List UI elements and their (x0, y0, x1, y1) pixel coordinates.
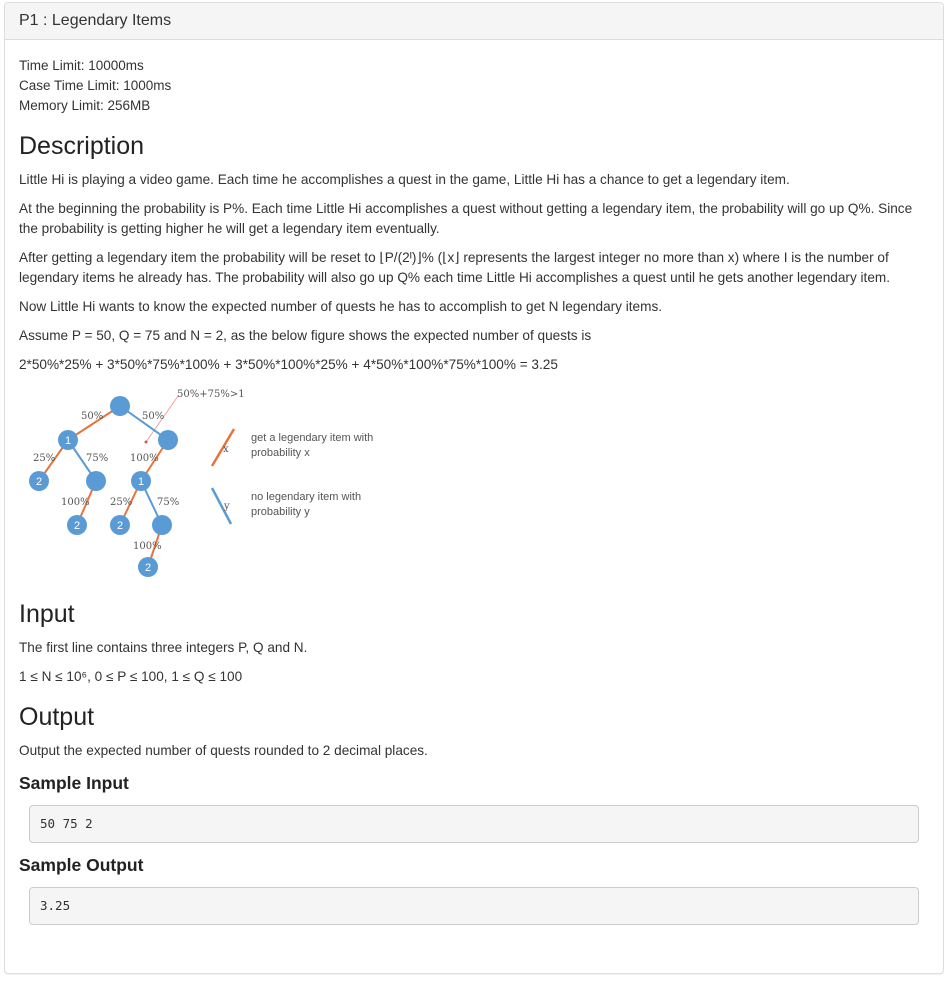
node-label: 1 (65, 435, 71, 447)
tree-node (86, 471, 106, 491)
edge-label: 75% (86, 453, 108, 464)
legend-blue-var: y (223, 501, 230, 512)
legend-blue-line2: probability y (251, 506, 310, 518)
description-p1: Little Hi is playing a video game. Each … (19, 172, 790, 187)
legend-orange-line2: probability x (251, 447, 310, 459)
node-label: 2 (74, 520, 80, 532)
edge-label: 100% (61, 497, 90, 508)
problem-title: P1 : Legendary Items (5, 3, 943, 40)
problem-body: Time Limit: 10000ms Case Time Limit: 100… (5, 40, 943, 925)
description-p2: At the beginning the probability is P%. … (19, 201, 913, 236)
input-heading: Input (19, 600, 75, 628)
node-label: 2 (145, 562, 151, 574)
edge-label: 75% (157, 497, 179, 508)
legend-blue-line1: no legendary item with (251, 491, 361, 503)
node-label: 2 (36, 476, 42, 488)
output-p1: Output the expected number of quests rou… (19, 743, 428, 758)
input-p2: 1 ≤ N ≤ 10⁶, 0 ≤ P ≤ 100, 1 ≤ Q ≤ 100 (19, 669, 243, 684)
legend-orange-var: x (223, 444, 229, 455)
node-label: 2 (117, 520, 123, 532)
memory-limit: Memory Limit: 256MB (19, 98, 151, 113)
output-heading: Output (19, 703, 95, 731)
probability-tree-svg: 1 2 1 2 2 2 50% 50% 25% 75% 100% 100% 25… (29, 389, 373, 577)
sample-output-heading: Sample Output (19, 855, 144, 875)
edge-label: 50% (81, 411, 103, 422)
time-limit: Time Limit: 10000ms (19, 58, 144, 73)
description-p5: Assume P = 50, Q = 75 and N = 2, as the … (19, 328, 592, 343)
tree-node (158, 430, 178, 450)
problem-panel: P1 : Legendary Items Time Limit: 10000ms… (4, 2, 944, 974)
limits: Time Limit: 10000ms Case Time Limit: 100… (19, 56, 929, 116)
sample-output-block[interactable]: 3.25 (29, 887, 919, 925)
node-label: 1 (138, 476, 144, 488)
annotation-dot (144, 440, 148, 444)
case-time-limit: Case Time Limit: 1000ms (19, 78, 172, 93)
tree-node (110, 396, 130, 416)
description-p4: Now Little Hi wants to know the expected… (19, 299, 663, 314)
edge-label: 25% (110, 497, 132, 508)
edge-label: 25% (33, 453, 55, 464)
sample-input-block[interactable]: 50 75 2 (29, 805, 919, 843)
probability-tree-figure: 1 2 1 2 2 2 50% 50% 25% 75% 100% 100% 25… (19, 384, 419, 584)
legend-orange-line1: get a legendary item with (251, 432, 373, 444)
edge-label: 50% (142, 411, 164, 422)
sample-input-heading: Sample Input (19, 773, 129, 793)
annotation-label: 50%+75%>1 (177, 389, 245, 400)
edge-label: 100% (130, 453, 159, 464)
description-formula: 2*50%*25% + 3*50%*75%*100% + 3*50%*100%*… (19, 357, 558, 372)
description-p3: After getting a legendary item the proba… (19, 250, 890, 285)
input-p1: The first line contains three integers P… (19, 640, 308, 655)
description-heading: Description (19, 132, 145, 160)
edge-label: 100% (133, 541, 162, 552)
tree-node (152, 515, 172, 535)
